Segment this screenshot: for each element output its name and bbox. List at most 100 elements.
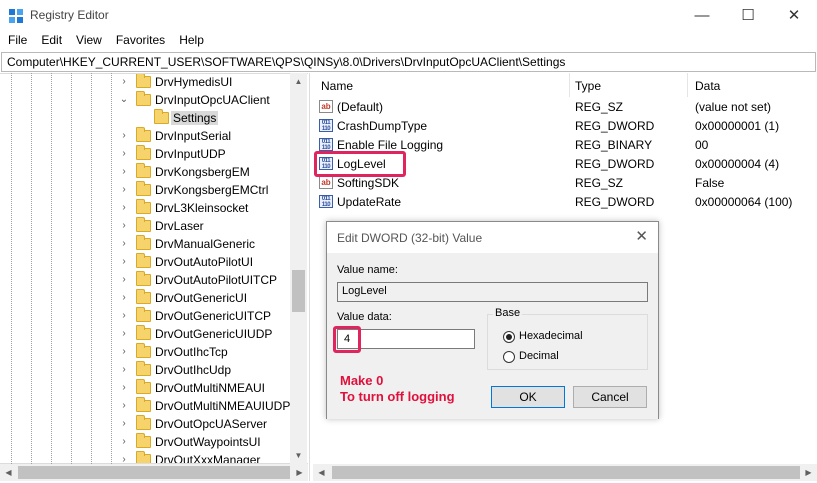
scroll-left-icon[interactable]: ◀ xyxy=(0,464,17,481)
menu-edit[interactable]: Edit xyxy=(35,31,68,49)
tree-item-label: DrvOutGenericUIUDP xyxy=(155,327,273,341)
tree-item[interactable]: › DrvOutIhcTcp xyxy=(0,343,290,362)
tree-item-label: DrvOutIhcUdp xyxy=(155,363,232,377)
registry-editor-icon xyxy=(9,9,23,23)
tree-item[interactable]: › DrvOutGenericUITCP xyxy=(0,307,290,326)
tree-item-label: DrvOutMultiNMEAUI xyxy=(155,381,266,395)
tree-item[interactable]: › DrvOutXxxManager xyxy=(0,451,290,463)
tree-item[interactable]: › DrvOutWaypointsUI xyxy=(0,433,290,452)
collapse-chevron-icon[interactable]: › xyxy=(118,292,130,303)
menu-view[interactable]: View xyxy=(70,31,108,49)
value-name-cell: UpdateRate xyxy=(337,195,402,209)
tree-item-label: Settings xyxy=(171,111,219,125)
value-type-cell: REG_SZ xyxy=(575,176,624,190)
tree-item[interactable]: Settings xyxy=(0,109,290,128)
dialog-title: Edit DWORD (32-bit) Value xyxy=(337,231,483,245)
tree-item[interactable]: › DrvOutIhcUdp xyxy=(0,361,290,380)
value-name-cell: (Default) xyxy=(337,100,384,114)
collapse-chevron-icon[interactable]: › xyxy=(118,400,130,411)
collapse-chevron-icon[interactable]: › xyxy=(118,346,130,357)
column-header-type[interactable]: Type xyxy=(567,75,687,97)
maximize-button[interactable]: ☐ xyxy=(725,0,771,31)
value-row[interactable]: ab (Default) REG_SZ (value not set) xyxy=(313,98,817,117)
close-button[interactable]: ✕ xyxy=(771,0,817,31)
column-header-name[interactable]: Name xyxy=(313,75,569,97)
list-hscroll-thumb[interactable] xyxy=(332,466,800,479)
dialog-close-icon[interactable]: ✕ xyxy=(635,227,648,245)
folder-icon xyxy=(136,181,151,196)
tree-hscroll-thumb[interactable] xyxy=(18,466,290,479)
tree-item-label: DrvOutWaypointsUI xyxy=(155,435,261,449)
folder-icon xyxy=(136,289,151,304)
tree-item-label: DrvOutOpcUAServer xyxy=(155,417,268,431)
value-row[interactable]: 011 110 CrashDumpType REG_DWORD 0x00000001 (… xyxy=(313,117,817,136)
collapse-chevron-icon[interactable]: › xyxy=(118,310,130,321)
collapse-chevron-icon[interactable]: › xyxy=(118,202,130,213)
scroll-up-icon[interactable]: ▲ xyxy=(290,73,307,90)
tree-item[interactable]: › DrvManualGeneric xyxy=(0,235,290,254)
folder-icon xyxy=(136,91,151,106)
tree-item[interactable]: › DrvOutOpcUAServer xyxy=(0,415,290,434)
tree-item[interactable]: › DrvKongsbergEMCtrl xyxy=(0,181,290,200)
cancel-button[interactable]: Cancel xyxy=(573,386,647,408)
collapse-chevron-icon[interactable]: › xyxy=(118,148,130,159)
value-name-label: Value name: xyxy=(337,264,398,276)
tree-item[interactable]: › DrvInputSerial xyxy=(0,127,290,146)
hexadecimal-label[interactable]: Hexadecimal xyxy=(519,330,583,342)
folder-icon xyxy=(136,163,151,178)
folder-icon xyxy=(136,325,151,340)
tree-item[interactable]: › DrvOutAutoPilotUITCP xyxy=(0,271,290,290)
tree-item[interactable]: › DrvOutMultiNMEAUI xyxy=(0,379,290,398)
tree-vertical-scrollbar[interactable] xyxy=(290,73,307,464)
tree-item[interactable]: ⌄ DrvInputOpcUAClient xyxy=(0,91,290,110)
address-bar[interactable]: Computer\HKEY_CURRENT_USER\SOFTWARE\QPS\… xyxy=(1,52,816,72)
collapse-chevron-icon[interactable]: › xyxy=(118,436,130,447)
collapse-chevron-icon[interactable]: › xyxy=(118,184,130,195)
scroll-left-icon[interactable]: ◀ xyxy=(313,464,330,481)
annotation-line2: To turn off logging xyxy=(340,389,455,404)
tree-item-label: DrvLaser xyxy=(155,219,204,233)
collapse-chevron-icon[interactable]: › xyxy=(118,454,130,463)
ok-button[interactable]: OK xyxy=(491,386,565,408)
scroll-right-icon[interactable]: ▶ xyxy=(291,464,308,481)
base-label: Base xyxy=(493,307,523,319)
collapse-chevron-icon[interactable]: › xyxy=(118,130,130,141)
value-row[interactable]: 011 110 UpdateRate REG_DWORD 0x00000064 (100… xyxy=(313,193,817,212)
collapse-chevron-icon[interactable]: › xyxy=(118,220,130,231)
scroll-down-icon[interactable]: ▼ xyxy=(290,447,307,464)
binary-value-icon: 011 110 xyxy=(319,138,333,151)
string-value-icon: ab xyxy=(319,100,333,113)
tree-item[interactable]: › DrvOutGenericUI xyxy=(0,289,290,308)
tree-item[interactable]: › DrvKongsbergEM xyxy=(0,163,290,182)
collapse-chevron-icon[interactable]: › xyxy=(118,166,130,177)
expand-chevron-icon[interactable]: ⌄ xyxy=(118,94,130,105)
column-header-data[interactable]: Data xyxy=(687,75,817,97)
tree-item[interactable]: › DrvL3Kleinsocket xyxy=(0,199,290,218)
collapse-chevron-icon[interactable]: › xyxy=(118,256,130,267)
minimize-button[interactable]: — xyxy=(679,0,725,31)
collapse-chevron-icon[interactable]: › xyxy=(118,76,130,87)
tree-scroll-thumb[interactable] xyxy=(292,270,305,312)
binary-value-icon: 011 110 xyxy=(319,119,333,132)
folder-icon xyxy=(136,74,151,88)
tree-item[interactable]: › DrvOutMultiNMEAUIUDP xyxy=(0,397,290,416)
menu-favorites[interactable]: Favorites xyxy=(110,31,171,49)
collapse-chevron-icon[interactable]: › xyxy=(118,382,130,393)
collapse-chevron-icon[interactable]: › xyxy=(118,328,130,339)
decimal-radio[interactable] xyxy=(503,351,515,363)
collapse-chevron-icon[interactable]: › xyxy=(118,364,130,375)
hexadecimal-radio[interactable] xyxy=(503,331,515,343)
tree-item[interactable]: › DrvOutAutoPilotUI xyxy=(0,253,290,272)
scroll-right-icon[interactable]: ▶ xyxy=(800,464,817,481)
tree-item[interactable]: › DrvLaser xyxy=(0,217,290,236)
menu-help[interactable]: Help xyxy=(173,31,210,49)
decimal-label[interactable]: Decimal xyxy=(519,350,559,362)
collapse-chevron-icon[interactable]: › xyxy=(118,274,130,285)
collapse-chevron-icon[interactable]: › xyxy=(118,238,130,249)
value-name-cell: SoftingSDK xyxy=(337,176,400,190)
tree-item[interactable]: › DrvHymedisUI xyxy=(0,74,290,92)
menu-file[interactable]: File xyxy=(2,31,33,49)
tree-item[interactable]: › DrvInputUDP xyxy=(0,145,290,164)
collapse-chevron-icon[interactable]: › xyxy=(118,418,130,429)
tree-item[interactable]: › DrvOutGenericUIUDP xyxy=(0,325,290,344)
